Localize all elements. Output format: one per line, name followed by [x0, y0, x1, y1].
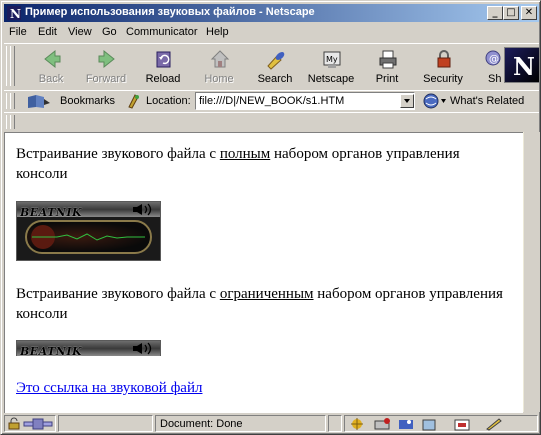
title-bar[interactable]: N Пример использования звуковых файлов -… — [4, 4, 539, 22]
toolbar-grip[interactable] — [10, 93, 15, 109]
connection-icon — [23, 418, 53, 430]
beatnik-player-limited[interactable]: BEATNIK — [16, 340, 161, 358]
navigator-icon — [351, 418, 363, 430]
speaker-icon[interactable] — [131, 342, 157, 355]
shop-label: Sh — [488, 73, 502, 85]
search-label: Search — [257, 73, 293, 85]
speaker-icon[interactable] — [131, 203, 157, 216]
search-flashlight-icon — [267, 52, 285, 70]
underlined-word: ограниченным — [219, 286, 314, 302]
composer-icon — [454, 419, 470, 431]
security-lock-icon[interactable] — [7, 417, 21, 430]
my-netscape-icon: My — [323, 51, 341, 68]
menu-edit[interactable]: Edit — [38, 26, 57, 38]
home-button[interactable]: Home — [194, 46, 244, 88]
security-button[interactable]: Security — [418, 46, 468, 88]
forward-button[interactable]: Forward — [81, 46, 131, 88]
beatnik-player-full[interactable]: BEATNIK — [16, 201, 161, 261]
menu-view[interactable]: View — [68, 26, 92, 38]
menu-bar: File Edit View Go Communicator Help — [4, 24, 539, 41]
component-bar — [344, 415, 538, 432]
printer-icon — [379, 50, 397, 69]
forward-label: Forward — [85, 73, 127, 85]
url-dropdown-button[interactable] — [400, 94, 414, 108]
toolbar-grip[interactable] — [10, 115, 15, 129]
window-title: Пример использования звуковых файлов - N… — [25, 6, 315, 18]
newsgroups-icon — [399, 420, 413, 429]
underlined-word: полным — [219, 146, 271, 162]
beatnik-logo: BEATNIK — [20, 345, 83, 358]
status-divider — [328, 415, 342, 432]
netscape-logo-letter: N — [513, 52, 535, 81]
personal-toolbar — [4, 112, 539, 133]
print-button[interactable]: Print — [362, 46, 412, 88]
maximize-icon: □ — [506, 7, 516, 18]
player-header: BEATNIK — [17, 202, 160, 219]
address-book-icon — [422, 419, 436, 431]
url-input[interactable] — [195, 92, 415, 110]
home-label: Home — [204, 73, 234, 85]
status-message-area: Document: Done — [155, 415, 326, 432]
reload-label: Reload — [145, 73, 181, 85]
location-toolbar: Bookmarks Location: What's Related — [4, 90, 539, 113]
progress-area — [58, 415, 153, 432]
search-button[interactable]: Search — [250, 46, 300, 88]
netscape-logo[interactable]: N — [504, 47, 540, 83]
player-header: BEATNIK — [17, 341, 160, 358]
padlock-icon — [437, 50, 451, 68]
menu-communicator[interactable]: Communicator — [126, 26, 198, 38]
navigation-toolbar: Back Forward Reload Home Search My Netsc… — [4, 43, 540, 91]
reload-button[interactable]: Reload — [138, 46, 188, 88]
status-bar: Document: Done — [4, 414, 539, 433]
back-button[interactable]: Back — [26, 46, 76, 88]
close-button[interactable]: ✕ — [521, 6, 537, 20]
mail-icon — [374, 418, 390, 430]
component-icons[interactable] — [347, 417, 537, 431]
page-content: Встраивание звукового файла с полным наб… — [4, 132, 523, 413]
reload-icon — [156, 51, 171, 68]
whats-related-button[interactable]: What's Related — [450, 95, 524, 107]
menu-go[interactable]: Go — [102, 26, 117, 38]
waveform-icon — [31, 225, 145, 249]
browser-window: N Пример использования звуковых файлов -… — [0, 0, 541, 435]
forward-arrow-icon — [98, 49, 115, 69]
netscape-button[interactable]: My Netscape — [306, 46, 356, 88]
shop-icon: @ — [485, 50, 501, 66]
status-icons-left — [4, 415, 56, 432]
status-text: Document: Done — [160, 418, 243, 430]
close-icon: ✕ — [524, 7, 534, 18]
back-arrow-icon — [44, 49, 61, 69]
compose-pen-icon — [486, 418, 502, 431]
shop-button[interactable]: @ Sh — [474, 46, 502, 88]
minimize-icon: _ — [492, 7, 498, 18]
svg-text:My: My — [326, 55, 338, 64]
whats-related-icon — [423, 93, 446, 109]
svg-text:@: @ — [489, 54, 499, 65]
sound-file-link[interactable]: Это ссылка на звуковой файл — [16, 378, 202, 398]
menu-help[interactable]: Help — [206, 26, 229, 38]
bookmarks-button[interactable]: Bookmarks — [60, 95, 115, 107]
home-icon — [210, 50, 230, 68]
vertical-scrollbar[interactable] — [523, 132, 540, 412]
bookmarks-icon — [28, 95, 50, 108]
back-label: Back — [38, 73, 64, 85]
netscape-app-icon: N — [7, 6, 21, 21]
player-oscilloscope[interactable] — [25, 220, 152, 254]
svg-text:N: N — [10, 7, 21, 21]
print-label: Print — [375, 73, 399, 85]
security-label: Security — [423, 73, 463, 85]
location-label: Location: — [146, 95, 191, 107]
toolbar-grip[interactable] — [10, 46, 15, 86]
minimize-button[interactable]: _ — [487, 6, 503, 20]
maximize-button[interactable]: □ — [503, 6, 519, 20]
netscape-label: Netscape — [307, 73, 355, 85]
menu-file[interactable]: File — [9, 26, 27, 38]
paragraph-limited-controls: Встраивание звукового файла с ограниченн… — [16, 286, 503, 322]
paragraph-full-controls: Встраивание звукового файла с полным наб… — [16, 146, 460, 182]
location-page-icon[interactable] — [126, 93, 142, 109]
